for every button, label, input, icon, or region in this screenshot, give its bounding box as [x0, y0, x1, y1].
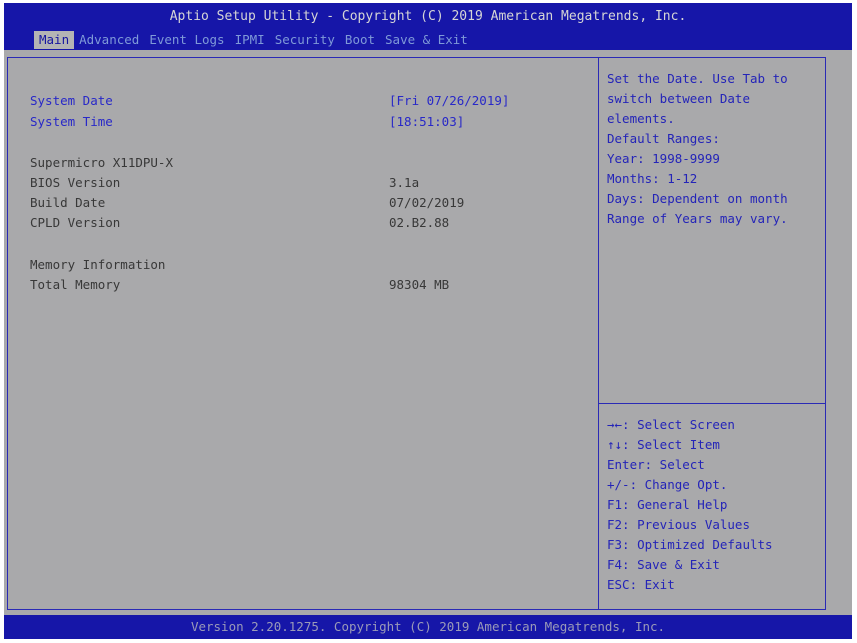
help-text-line: Range of Years may vary.	[607, 211, 788, 226]
help-text-line: Default Ranges:	[607, 131, 720, 146]
help-text-line: Days: Dependent on month	[607, 191, 788, 206]
cpld-version-value: 02.B2.88	[389, 215, 450, 230]
build-date-value: 07/02/2019	[389, 195, 465, 210]
system-time-value[interactable]: [18:51:03]	[389, 113, 464, 131]
memory-info-heading: Memory Information	[30, 257, 166, 272]
tab-main[interactable]: Main	[34, 31, 75, 49]
total-memory-label: Total Memory	[30, 277, 121, 292]
panel-divider-horizontal	[598, 403, 825, 404]
tab-security[interactable]: Security	[270, 31, 340, 49]
title-bar: Aptio Setup Utility - Copyright (C) 2019…	[4, 3, 852, 50]
help-text-line: Set the Date. Use Tab to	[607, 71, 788, 86]
help-text-line: Months: 1-12	[607, 171, 698, 186]
board-name: Supermicro X11DPU-X	[30, 155, 173, 170]
panel-divider-vertical	[598, 57, 599, 610]
bios-version-value: 3.1a	[389, 175, 420, 190]
tab-advanced[interactable]: Advanced	[74, 31, 144, 49]
key-legend-previous-values: F2: Previous Values	[607, 517, 750, 532]
tab-boot[interactable]: Boot	[340, 31, 380, 49]
key-legend-general-help: F1: General Help	[607, 497, 728, 512]
tab-save-exit[interactable]: Save & Exit	[380, 31, 473, 49]
build-date-label: Build Date	[30, 195, 106, 210]
bios-version-label: BIOS Version	[30, 175, 121, 190]
key-legend-select-item: ↑↓: Select Item	[607, 437, 720, 452]
footer-version-text: Version 2.20.1275. Copyright (C) 2019 Am…	[190, 619, 666, 634]
help-text-line: switch between Date	[607, 91, 750, 106]
key-legend-save-exit: F4: Save & Exit	[607, 557, 720, 572]
bios-screen: Aptio Setup Utility - Copyright (C) 2019…	[4, 3, 852, 639]
total-memory-value: 98304 MB	[389, 277, 450, 292]
key-legend-enter: Enter: Select	[607, 457, 705, 472]
key-legend-select-screen: →←: Select Screen	[607, 417, 735, 432]
tab-ipmi[interactable]: IPMI	[230, 31, 270, 49]
system-date-value[interactable]: [Fri 07/26/2019]	[389, 92, 509, 110]
system-date-label[interactable]: System Date	[30, 92, 113, 110]
help-text-line: elements.	[607, 111, 675, 126]
tab-event-logs[interactable]: Event Logs	[144, 31, 229, 49]
key-legend-exit: ESC: Exit	[607, 577, 675, 592]
key-legend-change-opt: +/-: Change Opt.	[607, 477, 728, 492]
key-legend-optimized-defaults: F3: Optimized Defaults	[607, 537, 773, 552]
system-time-label[interactable]: System Time	[30, 113, 113, 131]
menu-bar: Main Advanced Event Logs IPMI Security B…	[34, 31, 473, 49]
help-text-line: Year: 1998-9999	[607, 151, 720, 166]
window-title: Aptio Setup Utility - Copyright (C) 2019…	[169, 9, 687, 24]
cpld-version-label: CPLD Version	[30, 215, 121, 230]
footer-bar: Version 2.20.1275. Copyright (C) 2019 Am…	[4, 615, 852, 639]
